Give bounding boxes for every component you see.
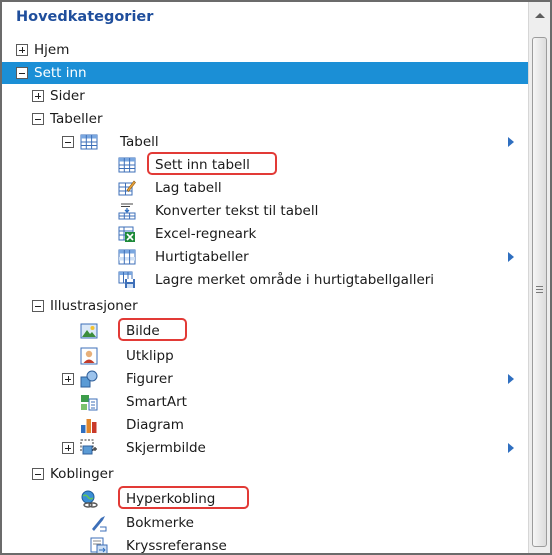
insert-table-icon: [118, 156, 136, 174]
customize-ribbon-panel: Hovedkategorier Hjem Sett inn Sider Tabe…: [0, 0, 552, 555]
tree-node-label: Koblinger: [50, 466, 114, 482]
tree-node-lag-tabell[interactable]: Lag tabell: [2, 177, 528, 199]
tree-node-hurtigtabeller[interactable]: Hurtigtabeller: [2, 246, 528, 268]
submenu-arrow-icon: [508, 374, 514, 384]
tree-node-label: Sett inn: [34, 65, 87, 81]
tree-node-konverter[interactable]: Konverter tekst til tabell: [2, 200, 528, 222]
tree-node-figurer[interactable]: Figurer: [2, 368, 528, 390]
cross-reference-icon: [90, 537, 108, 553]
tree-node-label: Hyperkobling: [126, 491, 216, 507]
scrollbar-thumb[interactable]: [532, 37, 547, 547]
expand-icon[interactable]: [62, 442, 74, 454]
tree-node-kryssreferanse[interactable]: Kryssreferanse: [2, 535, 528, 553]
clip-art-icon: [80, 347, 98, 365]
submenu-arrow-icon: [508, 443, 514, 453]
collapse-icon[interactable]: [32, 468, 44, 480]
tree-node-hjem[interactable]: Hjem: [2, 39, 528, 61]
bookmark-icon: [90, 514, 108, 532]
tree-node-illustrasjoner[interactable]: Illustrasjoner: [2, 295, 528, 317]
tree-node-smartart[interactable]: SmartArt: [2, 391, 528, 413]
table-icon: [80, 133, 98, 151]
tree-node-diagram[interactable]: Diagram: [2, 414, 528, 436]
expand-icon[interactable]: [16, 44, 28, 56]
tree-node-excel[interactable]: Excel-regneark: [2, 223, 528, 245]
tree-node-label: Utklipp: [126, 348, 174, 364]
tree-node-label: Excel-regneark: [155, 226, 257, 242]
tree-node-tabell[interactable]: Tabell: [2, 131, 528, 153]
tree-node-bokmerke[interactable]: Bokmerke: [2, 512, 528, 534]
tree-node-label: Tabeller: [50, 111, 103, 127]
tree-node-label: SmartArt: [126, 394, 187, 410]
tree-node-label: Hjem: [34, 42, 70, 58]
tree-node-label: Sider: [50, 88, 85, 104]
collapse-icon[interactable]: [32, 113, 44, 125]
tree-node-tabeller[interactable]: Tabeller: [2, 108, 528, 130]
vertical-scrollbar[interactable]: [528, 2, 550, 553]
tree-node-bilde[interactable]: Bilde: [2, 318, 528, 342]
draw-table-icon: [118, 179, 136, 197]
tree-node-label: Bilde: [126, 323, 160, 339]
convert-text-to-table-icon: [118, 202, 136, 220]
tree-node-label: Skjermbilde: [126, 440, 206, 456]
screenshot-icon: [80, 439, 98, 457]
collapse-icon[interactable]: [32, 300, 44, 312]
picture-icon: [80, 322, 98, 340]
scroll-up-arrow-icon[interactable]: [535, 13, 545, 18]
tree-node-label: Bokmerke: [126, 515, 194, 531]
tree-node-utklipp[interactable]: Utklipp: [2, 345, 528, 367]
tree-node-hyperkobling[interactable]: Hyperkobling: [2, 486, 528, 510]
hyperlink-icon: [80, 490, 98, 508]
tree-node-label: Lagre merket område i hurtigtabellgaller…: [155, 272, 435, 288]
smartart-icon: [80, 393, 98, 411]
category-tree: Hovedkategorier Hjem Sett inn Sider Tabe…: [2, 2, 528, 553]
tree-node-lagre-merket[interactable]: Lagre merket område i hurtigtabellgaller…: [2, 269, 528, 291]
chart-icon: [80, 416, 98, 434]
tree-node-sett-inn[interactable]: Sett inn: [2, 62, 528, 84]
tree-node-label: Konverter tekst til tabell: [155, 203, 319, 219]
tree-node-label: Kryssreferanse: [126, 538, 227, 553]
tree-node-skjermbilde[interactable]: Skjermbilde: [2, 437, 528, 459]
tree-node-sett-inn-tabell[interactable]: Sett inn tabell: [2, 152, 528, 176]
quick-tables-icon: [118, 248, 136, 266]
submenu-arrow-icon: [508, 252, 514, 262]
tree-node-sider[interactable]: Sider: [2, 85, 528, 107]
tree-node-label: Diagram: [126, 417, 184, 433]
tree-node-label: Lag tabell: [155, 180, 222, 196]
tree-header: Hovedkategorier: [16, 9, 154, 25]
expand-icon[interactable]: [32, 90, 44, 102]
save-selection-to-gallery-icon: [118, 271, 136, 289]
collapse-icon[interactable]: [62, 136, 74, 148]
excel-spreadsheet-icon: [118, 225, 136, 243]
tree-node-label: Illustrasjoner: [50, 298, 138, 314]
tree-node-koblinger[interactable]: Koblinger: [2, 463, 528, 485]
scrollbar-grip-icon: [536, 286, 543, 295]
tree-node-label: Figurer: [126, 371, 173, 387]
tree-node-label: Sett inn tabell: [155, 157, 250, 173]
collapse-icon[interactable]: [16, 67, 28, 79]
shapes-icon: [80, 370, 98, 388]
tree-node-label: Hurtigtabeller: [155, 249, 249, 265]
expand-icon[interactable]: [62, 373, 74, 385]
tree-node-label: Tabell: [120, 134, 159, 150]
submenu-arrow-icon: [508, 137, 514, 147]
